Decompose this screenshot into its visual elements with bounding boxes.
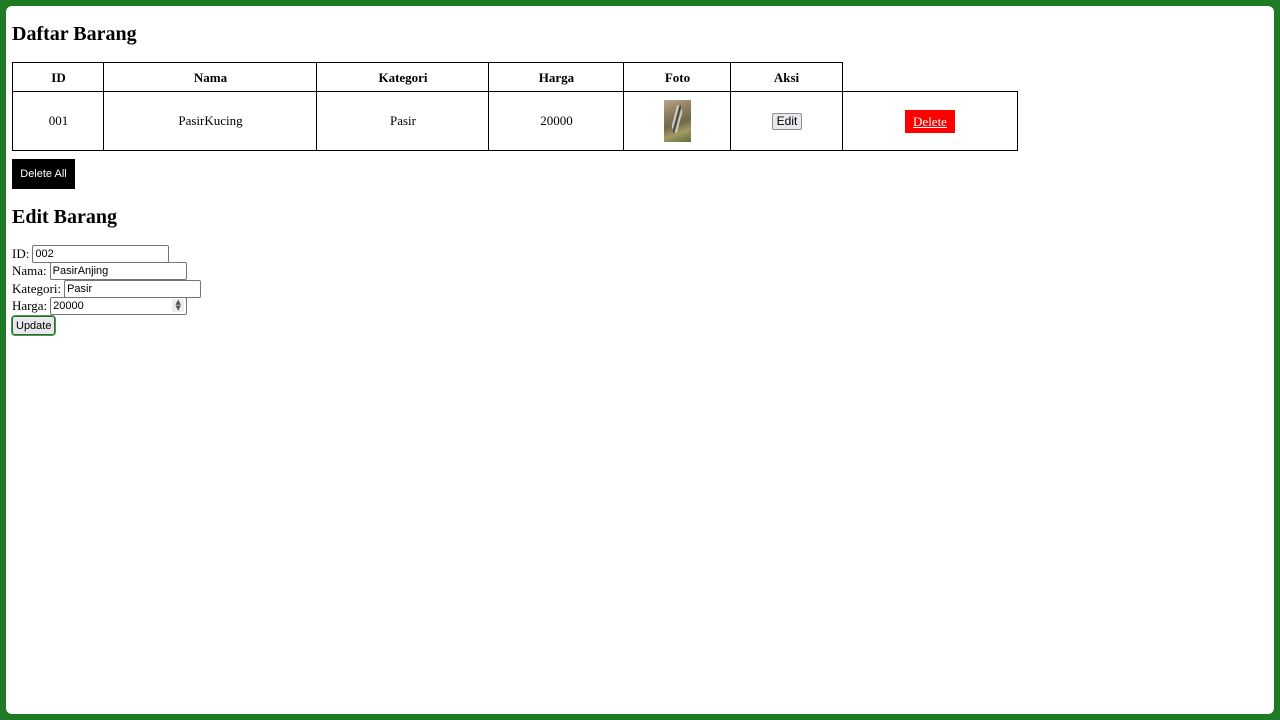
product-photo <box>664 100 691 142</box>
cell-harga: 20000 <box>488 91 624 151</box>
id-field[interactable] <box>32 244 170 263</box>
form-row-harga: Harga: ▲▼ <box>12 297 201 316</box>
spinner-arrows-icon[interactable]: ▲ ▼ <box>172 299 185 313</box>
form-row-submit: Update <box>10 315 201 336</box>
header-aksi: Aksi <box>730 62 843 92</box>
harga-stepper: ▲▼ <box>50 297 188 316</box>
kategori-field[interactable] <box>64 279 202 298</box>
id-label: ID: <box>12 245 30 261</box>
header-harga: Harga <box>488 62 624 92</box>
cell-kategori: Pasir <box>316 91 489 151</box>
nama-label: Nama: <box>12 263 47 279</box>
edit-title: Edit Barang <box>12 206 118 228</box>
delete-all-button[interactable]: Delete All <box>12 159 75 189</box>
cell-delete: Delete <box>842 91 1018 151</box>
browser-viewport: Daftar Barang ID Nama Kategori Harga Fot… <box>6 6 1274 714</box>
edit-form: ID: Nama: Kategori: Harga: ▲▼ Update <box>10 244 202 336</box>
harga-label: Harga: <box>12 298 48 314</box>
harga-field[interactable] <box>50 297 188 316</box>
cell-foto <box>623 91 731 151</box>
edit-button[interactable]: Edit <box>771 112 803 130</box>
form-row-id: ID: <box>12 244 201 263</box>
header-foto: Foto <box>623 62 731 92</box>
form-row-kategori: Kategori: <box>12 279 202 298</box>
nama-field[interactable] <box>49 262 187 281</box>
kategori-label: Kategori: <box>12 280 62 296</box>
cell-edit: Edit <box>730 91 843 151</box>
list-title: Daftar Barang <box>12 23 137 45</box>
update-button[interactable]: Update <box>10 315 57 336</box>
header-id: ID <box>12 62 104 92</box>
form-row-nama: Nama: <box>12 262 201 281</box>
header-kategori: Kategori <box>316 62 489 92</box>
delete-button[interactable]: Delete <box>905 109 955 133</box>
header-nama: Nama <box>103 62 317 92</box>
cell-id: 001 <box>12 91 104 151</box>
cell-nama: PasirKucing <box>103 91 317 151</box>
items-table: ID Nama Kategori Harga Foto Aksi 001 Pas… <box>12 62 1018 151</box>
